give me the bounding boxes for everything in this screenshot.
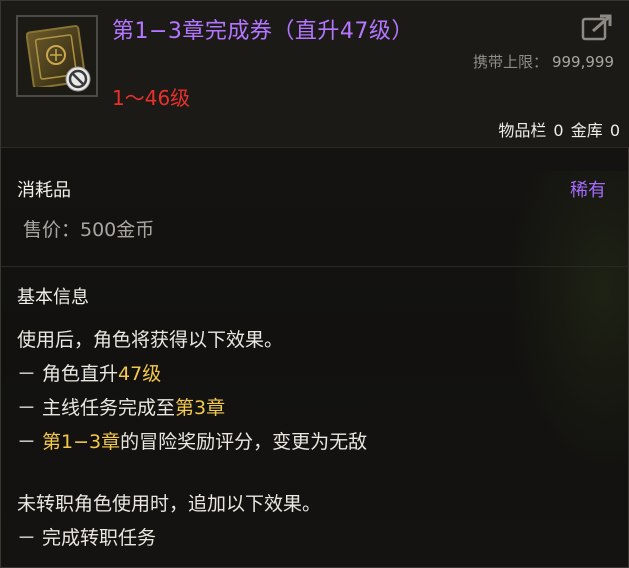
inventory-count: 0 [553, 121, 564, 140]
item-title: 第1−3章完成券（直升47级） [112, 19, 414, 44]
extra-effect-intro: 未转职角色使用时，追加以下效果。 [17, 493, 322, 515]
effect-line-3: － 第1−3章的冒险奖励评分，变更为无敌 [17, 427, 367, 454]
effect-line-1: － 角色直升47级 [17, 359, 161, 386]
inventory-label: 物品栏 [498, 121, 547, 140]
effect-line-2: － 主线任务完成至第3章 [17, 393, 225, 420]
item-icon-frame [16, 15, 98, 97]
storage-counts: 物品栏 0 金库 0 [496, 117, 620, 141]
warehouse-count: 0 [609, 121, 620, 140]
no-trade-icon [65, 66, 91, 92]
effect-1-highlight: 47级 [118, 363, 162, 385]
carry-limit-label: 携带上限： [472, 53, 548, 71]
carry-limit-value: 999,999 [551, 53, 614, 71]
effect-2-text: － 主线任务完成至 [17, 397, 176, 419]
basic-info-section: 基本信息 使用后，角色将获得以下效果。 － 角色直升47级 － 主线任务完成至第… [1, 267, 629, 568]
basic-info-title: 基本信息 [17, 287, 89, 308]
carry-limit: 携带上限： 999,999 [473, 51, 614, 72]
effect-3-highlight: 第1−3章 [42, 431, 121, 453]
effect-3-dash: － [17, 431, 43, 453]
tooltip-header: 第1−3章完成券（直升47级） 携带上限： 999,999 1～46级 物品栏 0… [1, 1, 629, 148]
effect-3-text: 的冒险奖励评分，变更为无敌 [120, 431, 368, 453]
effect-1-text: － 角色直升 [17, 363, 119, 385]
item-price: 售价：500金币 [23, 219, 155, 241]
extra-effect-line: － 完成转职任务 [17, 527, 157, 549]
effect-intro: 使用后，角色将获得以下效果。 [17, 329, 284, 351]
item-tooltip: 第1−3章完成券（直升47级） 携带上限： 999,999 1～46级 物品栏 0… [0, 0, 629, 568]
warehouse-label: 金库 [570, 121, 603, 140]
level-range: 1～46级 [112, 86, 191, 110]
share-export-icon[interactable] [581, 13, 613, 41]
item-rarity: 稀有 [570, 180, 606, 201]
item-type-section: 消耗品 稀有 售价：500金币 [1, 148, 629, 267]
item-type: 消耗品 [17, 180, 71, 201]
effect-2-highlight: 第3章 [175, 397, 226, 419]
